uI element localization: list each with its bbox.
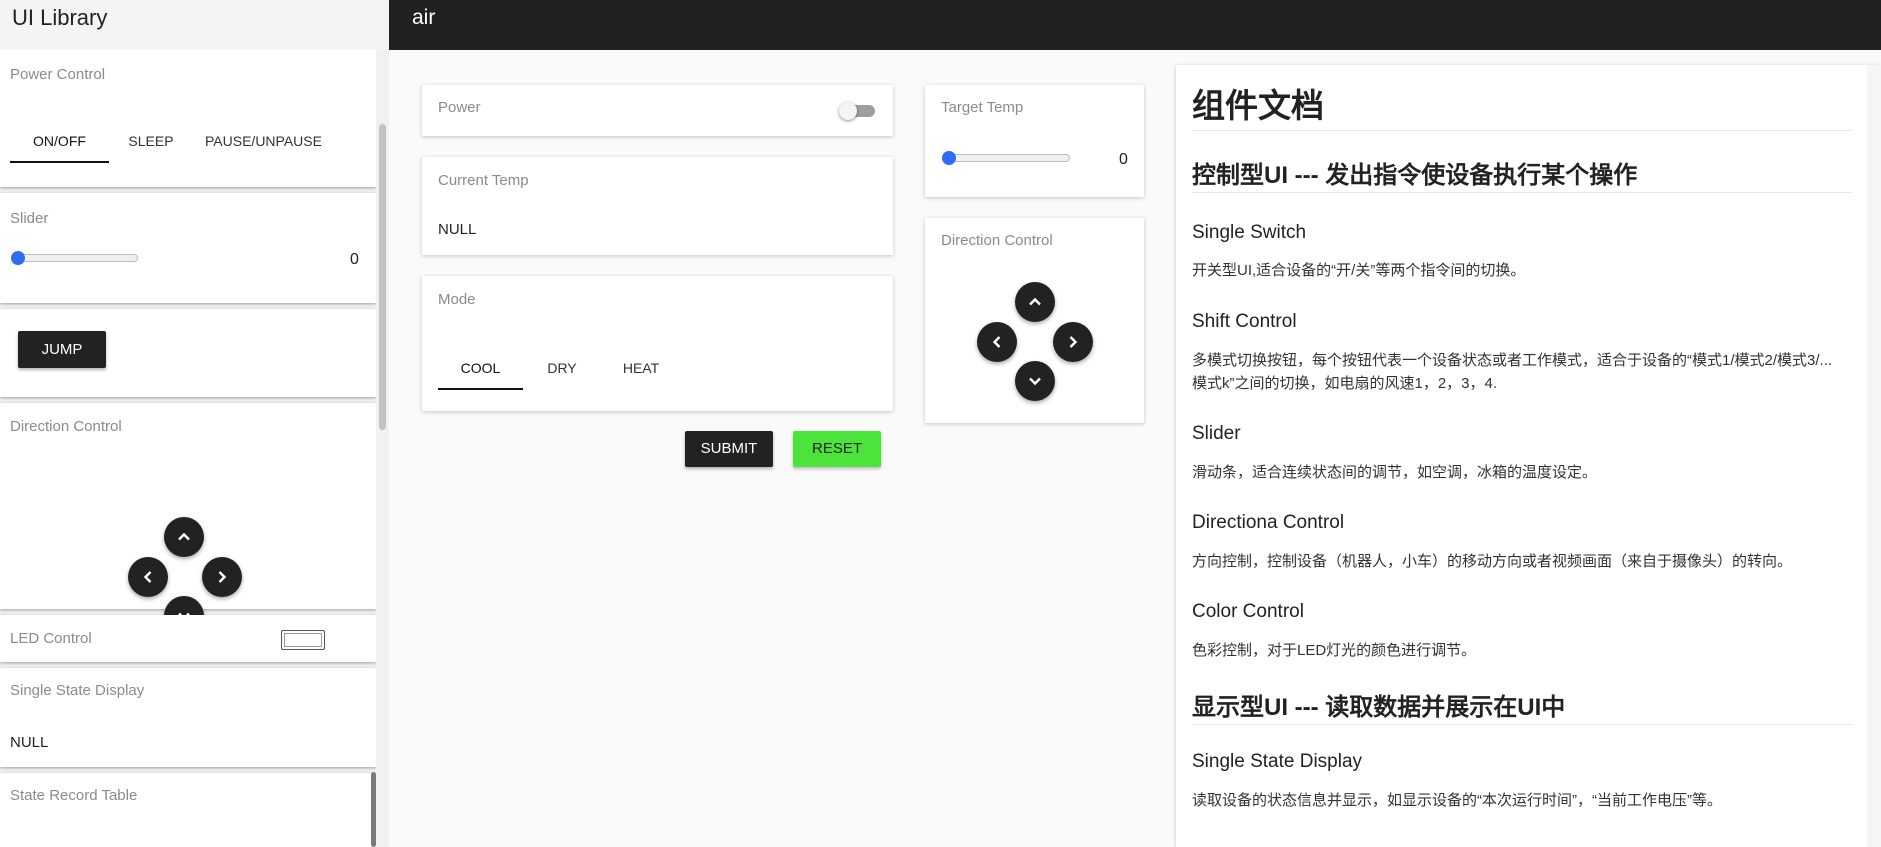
device-title: air (412, 6, 436, 29)
sidebar-title: UI Library (12, 5, 108, 30)
tab-heat[interactable]: HEAT (601, 349, 681, 387)
sidebar-state-record-table-card: State Record Table (0, 773, 376, 847)
component-list: Power Control ON/OFF SLEEP PAUSE/UNPAUSE… (0, 50, 376, 847)
sidebar-jump-card: JUMP (0, 309, 376, 397)
reset-button[interactable]: RESET (793, 431, 881, 467)
single-switch-desc: 开关型UI,适合设备的“开/关”等两个指令间的切换。 (1192, 262, 1526, 279)
sidebar-scrollbar[interactable] (376, 50, 389, 847)
chevron-right-icon (218, 571, 227, 583)
target-temp-slider-track[interactable] (944, 154, 1070, 162)
slider-value: 0 (350, 251, 359, 268)
power-card: Power (422, 85, 893, 136)
power-control-label: Power Control (10, 66, 106, 83)
power-control-tabs: ON/OFF SLEEP PAUSE/UNPAUSE (10, 122, 323, 163)
direction-control-label: Direction Control (10, 418, 122, 435)
submit-button[interactable]: SUBMIT (685, 431, 773, 467)
section-display-heading: 显示型UI --- 读取数据并展示在UI中 (1192, 694, 1566, 721)
section-control-rule (1192, 192, 1852, 193)
power-toggle-knob[interactable] (839, 102, 857, 120)
direction-control-card: Direction Control (925, 218, 1144, 423)
section-display-rule (1192, 724, 1852, 725)
slider-heading: Slider (1192, 423, 1241, 444)
direction-control-card-label: Direction Control (941, 232, 1053, 249)
direction-down-button[interactable] (1015, 361, 1055, 401)
current-temp-label: Current Temp (438, 172, 529, 189)
color-control-heading: Color Control (1192, 601, 1304, 622)
power-label: Power (438, 99, 481, 116)
slider-desc: 滑动条，适合连续状态间的调节，如空调，冰箱的温度设定。 (1192, 464, 1598, 481)
docs-title: 组件文档 (1192, 87, 1324, 124)
single-state-display-heading: Single State Display (1192, 751, 1363, 772)
sidebar-led-control-card: LED Control (0, 615, 376, 662)
chevron-left-icon (992, 336, 1001, 348)
tab-sleep[interactable]: SLEEP (109, 122, 193, 160)
direction-control-desc: 方向控制，控制设备（机器人，小车）的移动方向或者视频画面（来自于摄像头）的转向。 (1192, 553, 1793, 570)
shift-control-desc: 多模式切换按钮，每个按钮代表一个设备状态或者工作模式，适合于设备的“模式1/模式… (1192, 352, 1833, 392)
tab-on-off[interactable]: ON/OFF (10, 122, 109, 163)
chevron-left-icon (143, 571, 152, 583)
chevron-up-icon (178, 532, 190, 541)
right-button[interactable] (202, 557, 242, 597)
target-temp-card: Target Temp 0 (925, 85, 1144, 197)
single-state-display-label: Single State Display (10, 682, 145, 699)
led-control-label: LED Control (10, 630, 92, 647)
current-temp-value: NULL (438, 221, 477, 238)
docs-panel: 组件文档 控制型UI --- 发出指令使设备执行某个操作 Single Swit… (1176, 65, 1881, 847)
docs-scrollbar[interactable] (1867, 65, 1881, 847)
single-state-display-value: NULL (10, 734, 49, 751)
slider-track[interactable] (11, 254, 138, 262)
slider-thumb[interactable] (11, 251, 25, 265)
tab-dry[interactable]: DRY (523, 349, 601, 387)
direction-right-button[interactable] (1053, 322, 1093, 362)
chevron-down-icon (1029, 377, 1041, 386)
sidebar-slider-card[interactable]: Slider 0 (0, 193, 376, 303)
mode-label: Mode (438, 291, 476, 308)
direction-up-button[interactable] (1015, 282, 1055, 322)
target-temp-label: Target Temp (941, 99, 1024, 116)
tab-pause-unpause[interactable]: PAUSE/UNPAUSE (193, 122, 323, 160)
direction-control-heading: Directiona Control (1192, 512, 1345, 533)
sidebar-header: UI Library (0, 0, 389, 50)
slider-label: Slider (10, 210, 49, 227)
sidebar-direction-control-card: Direction Control (0, 403, 376, 636)
mode-tabs: COOL DRY HEAT (438, 349, 681, 390)
shift-control-heading: Shift Control (1192, 311, 1297, 332)
led-color-swatch-inner (284, 633, 322, 647)
color-control-desc: 色彩控制，对于LED灯光的颜色进行调节。 (1192, 642, 1477, 659)
inner-scrollbar-thumb[interactable] (371, 772, 376, 847)
target-temp-value: 0 (1119, 151, 1128, 168)
current-temp-card: Current Temp NULL (422, 157, 893, 255)
up-button[interactable] (164, 517, 204, 557)
direction-left-button[interactable] (977, 322, 1017, 362)
target-temp-slider-thumb[interactable] (942, 151, 956, 165)
left-button[interactable] (128, 557, 168, 597)
chevron-right-icon (1069, 336, 1078, 348)
single-switch-heading: Single Switch (1192, 222, 1307, 243)
sidebar: UI Library Power Control ON/OFF SLEEP PA… (0, 0, 389, 847)
sidebar-scrollbar-thumb[interactable] (379, 124, 386, 430)
chevron-up-icon (1029, 297, 1041, 306)
single-state-display-desc: 读取设备的状态信息并显示，如显示设备的“本次运行时间”，“当前工作电压”等。 (1192, 792, 1722, 809)
mode-card: Mode COOL DRY HEAT (422, 276, 893, 411)
sidebar-single-state-display-card: Single State Display NULL (0, 668, 376, 767)
jump-button[interactable]: JUMP (18, 331, 106, 368)
tab-cool[interactable]: COOL (438, 349, 523, 390)
led-color-swatch[interactable] (281, 630, 325, 650)
section-control-heading: 控制型UI --- 发出指令使设备执行某个操作 (1192, 162, 1638, 189)
top-app-bar: air (389, 0, 1881, 50)
state-record-table-label: State Record Table (10, 787, 138, 804)
docs-title-rule (1192, 130, 1852, 131)
sidebar-power-control-card[interactable]: Power Control ON/OFF SLEEP PAUSE/UNPAUSE (0, 50, 376, 187)
